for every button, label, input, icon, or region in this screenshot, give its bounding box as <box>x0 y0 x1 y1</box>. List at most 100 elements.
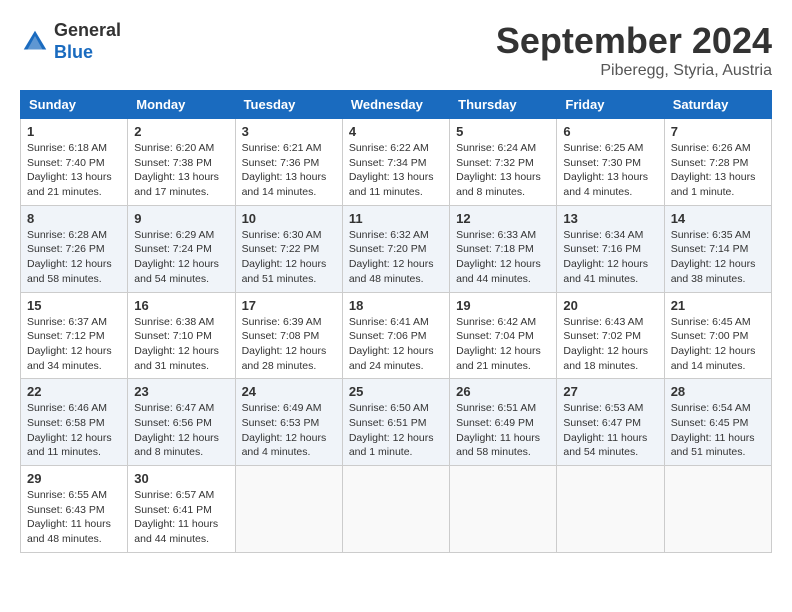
day-info: Sunrise: 6:54 AM Sunset: 6:45 PM Dayligh… <box>671 401 765 460</box>
day-number: 9 <box>134 211 228 226</box>
day-number: 4 <box>349 124 443 139</box>
day-info: Sunrise: 6:45 AM Sunset: 7:00 PM Dayligh… <box>671 315 765 374</box>
day-info: Sunrise: 6:21 AM Sunset: 7:36 PM Dayligh… <box>242 141 336 200</box>
table-row: 16 Sunrise: 6:38 AM Sunset: 7:10 PM Dayl… <box>128 292 235 379</box>
day-info: Sunrise: 6:35 AM Sunset: 7:14 PM Dayligh… <box>671 228 765 287</box>
day-info: Sunrise: 6:42 AM Sunset: 7:04 PM Dayligh… <box>456 315 550 374</box>
logo-icon <box>20 27 50 57</box>
logo: General Blue <box>20 20 121 63</box>
page-header: General Blue September 2024 Piberegg, St… <box>20 20 772 80</box>
day-info: Sunrise: 6:20 AM Sunset: 7:38 PM Dayligh… <box>134 141 228 200</box>
day-info: Sunrise: 6:34 AM Sunset: 7:16 PM Dayligh… <box>563 228 657 287</box>
day-number: 26 <box>456 384 550 399</box>
table-row: 15 Sunrise: 6:37 AM Sunset: 7:12 PM Dayl… <box>21 292 128 379</box>
day-number: 10 <box>242 211 336 226</box>
day-info: Sunrise: 6:41 AM Sunset: 7:06 PM Dayligh… <box>349 315 443 374</box>
day-number: 23 <box>134 384 228 399</box>
table-row: 20 Sunrise: 6:43 AM Sunset: 7:02 PM Dayl… <box>557 292 664 379</box>
day-number: 2 <box>134 124 228 139</box>
day-info: Sunrise: 6:28 AM Sunset: 7:26 PM Dayligh… <box>27 228 121 287</box>
table-row: 6 Sunrise: 6:25 AM Sunset: 7:30 PM Dayli… <box>557 119 664 206</box>
table-row: 30 Sunrise: 6:57 AM Sunset: 6:41 PM Dayl… <box>128 466 235 553</box>
day-number: 30 <box>134 471 228 486</box>
col-friday: Friday <box>557 91 664 119</box>
table-row: 2 Sunrise: 6:20 AM Sunset: 7:38 PM Dayli… <box>128 119 235 206</box>
day-number: 16 <box>134 298 228 313</box>
table-row: 1 Sunrise: 6:18 AM Sunset: 7:40 PM Dayli… <box>21 119 128 206</box>
table-row: 11 Sunrise: 6:32 AM Sunset: 7:20 PM Dayl… <box>342 205 449 292</box>
day-info: Sunrise: 6:57 AM Sunset: 6:41 PM Dayligh… <box>134 488 228 547</box>
calendar-header-row: Sunday Monday Tuesday Wednesday Thursday… <box>21 91 772 119</box>
day-info: Sunrise: 6:51 AM Sunset: 6:49 PM Dayligh… <box>456 401 550 460</box>
day-number: 24 <box>242 384 336 399</box>
day-number: 13 <box>563 211 657 226</box>
day-number: 25 <box>349 384 443 399</box>
table-row: 28 Sunrise: 6:54 AM Sunset: 6:45 PM Dayl… <box>664 379 771 466</box>
logo-blue-text: Blue <box>54 42 121 64</box>
location-text: Piberegg, Styria, Austria <box>496 62 772 80</box>
table-row: 25 Sunrise: 6:50 AM Sunset: 6:51 PM Dayl… <box>342 379 449 466</box>
col-tuesday: Tuesday <box>235 91 342 119</box>
col-thursday: Thursday <box>450 91 557 119</box>
table-row: 10 Sunrise: 6:30 AM Sunset: 7:22 PM Dayl… <box>235 205 342 292</box>
day-number: 6 <box>563 124 657 139</box>
col-sunday: Sunday <box>21 91 128 119</box>
table-row: 8 Sunrise: 6:28 AM Sunset: 7:26 PM Dayli… <box>21 205 128 292</box>
table-row: 23 Sunrise: 6:47 AM Sunset: 6:56 PM Dayl… <box>128 379 235 466</box>
table-row: 7 Sunrise: 6:26 AM Sunset: 7:28 PM Dayli… <box>664 119 771 206</box>
table-row: 3 Sunrise: 6:21 AM Sunset: 7:36 PM Dayli… <box>235 119 342 206</box>
day-number: 18 <box>349 298 443 313</box>
col-monday: Monday <box>128 91 235 119</box>
table-row: 14 Sunrise: 6:35 AM Sunset: 7:14 PM Dayl… <box>664 205 771 292</box>
table-row: 5 Sunrise: 6:24 AM Sunset: 7:32 PM Dayli… <box>450 119 557 206</box>
day-number: 20 <box>563 298 657 313</box>
day-info: Sunrise: 6:43 AM Sunset: 7:02 PM Dayligh… <box>563 315 657 374</box>
table-row: 29 Sunrise: 6:55 AM Sunset: 6:43 PM Dayl… <box>21 466 128 553</box>
day-info: Sunrise: 6:49 AM Sunset: 6:53 PM Dayligh… <box>242 401 336 460</box>
day-info: Sunrise: 6:30 AM Sunset: 7:22 PM Dayligh… <box>242 228 336 287</box>
day-number: 8 <box>27 211 121 226</box>
table-row <box>664 466 771 553</box>
logo-general-text: General <box>54 20 121 42</box>
table-row <box>450 466 557 553</box>
day-info: Sunrise: 6:22 AM Sunset: 7:34 PM Dayligh… <box>349 141 443 200</box>
calendar-week-row: 15 Sunrise: 6:37 AM Sunset: 7:12 PM Dayl… <box>21 292 772 379</box>
day-info: Sunrise: 6:25 AM Sunset: 7:30 PM Dayligh… <box>563 141 657 200</box>
day-number: 11 <box>349 211 443 226</box>
day-info: Sunrise: 6:33 AM Sunset: 7:18 PM Dayligh… <box>456 228 550 287</box>
day-info: Sunrise: 6:39 AM Sunset: 7:08 PM Dayligh… <box>242 315 336 374</box>
day-number: 22 <box>27 384 121 399</box>
table-row: 12 Sunrise: 6:33 AM Sunset: 7:18 PM Dayl… <box>450 205 557 292</box>
table-row <box>557 466 664 553</box>
month-title: September 2024 <box>496 20 772 62</box>
col-wednesday: Wednesday <box>342 91 449 119</box>
day-number: 17 <box>242 298 336 313</box>
calendar-table: Sunday Monday Tuesday Wednesday Thursday… <box>20 90 772 553</box>
day-number: 19 <box>456 298 550 313</box>
table-row: 4 Sunrise: 6:22 AM Sunset: 7:34 PM Dayli… <box>342 119 449 206</box>
calendar-week-row: 8 Sunrise: 6:28 AM Sunset: 7:26 PM Dayli… <box>21 205 772 292</box>
day-info: Sunrise: 6:37 AM Sunset: 7:12 PM Dayligh… <box>27 315 121 374</box>
day-number: 27 <box>563 384 657 399</box>
day-number: 5 <box>456 124 550 139</box>
calendar-week-row: 1 Sunrise: 6:18 AM Sunset: 7:40 PM Dayli… <box>21 119 772 206</box>
table-row: 24 Sunrise: 6:49 AM Sunset: 6:53 PM Dayl… <box>235 379 342 466</box>
day-number: 21 <box>671 298 765 313</box>
day-number: 7 <box>671 124 765 139</box>
day-number: 29 <box>27 471 121 486</box>
table-row <box>235 466 342 553</box>
day-number: 15 <box>27 298 121 313</box>
day-number: 14 <box>671 211 765 226</box>
day-info: Sunrise: 6:46 AM Sunset: 6:58 PM Dayligh… <box>27 401 121 460</box>
table-row: 26 Sunrise: 6:51 AM Sunset: 6:49 PM Dayl… <box>450 379 557 466</box>
table-row <box>342 466 449 553</box>
day-info: Sunrise: 6:38 AM Sunset: 7:10 PM Dayligh… <box>134 315 228 374</box>
table-row: 27 Sunrise: 6:53 AM Sunset: 6:47 PM Dayl… <box>557 379 664 466</box>
title-block: September 2024 Piberegg, Styria, Austria <box>496 20 772 80</box>
day-number: 28 <box>671 384 765 399</box>
day-number: 3 <box>242 124 336 139</box>
day-info: Sunrise: 6:24 AM Sunset: 7:32 PM Dayligh… <box>456 141 550 200</box>
day-info: Sunrise: 6:32 AM Sunset: 7:20 PM Dayligh… <box>349 228 443 287</box>
day-info: Sunrise: 6:18 AM Sunset: 7:40 PM Dayligh… <box>27 141 121 200</box>
calendar-week-row: 22 Sunrise: 6:46 AM Sunset: 6:58 PM Dayl… <box>21 379 772 466</box>
